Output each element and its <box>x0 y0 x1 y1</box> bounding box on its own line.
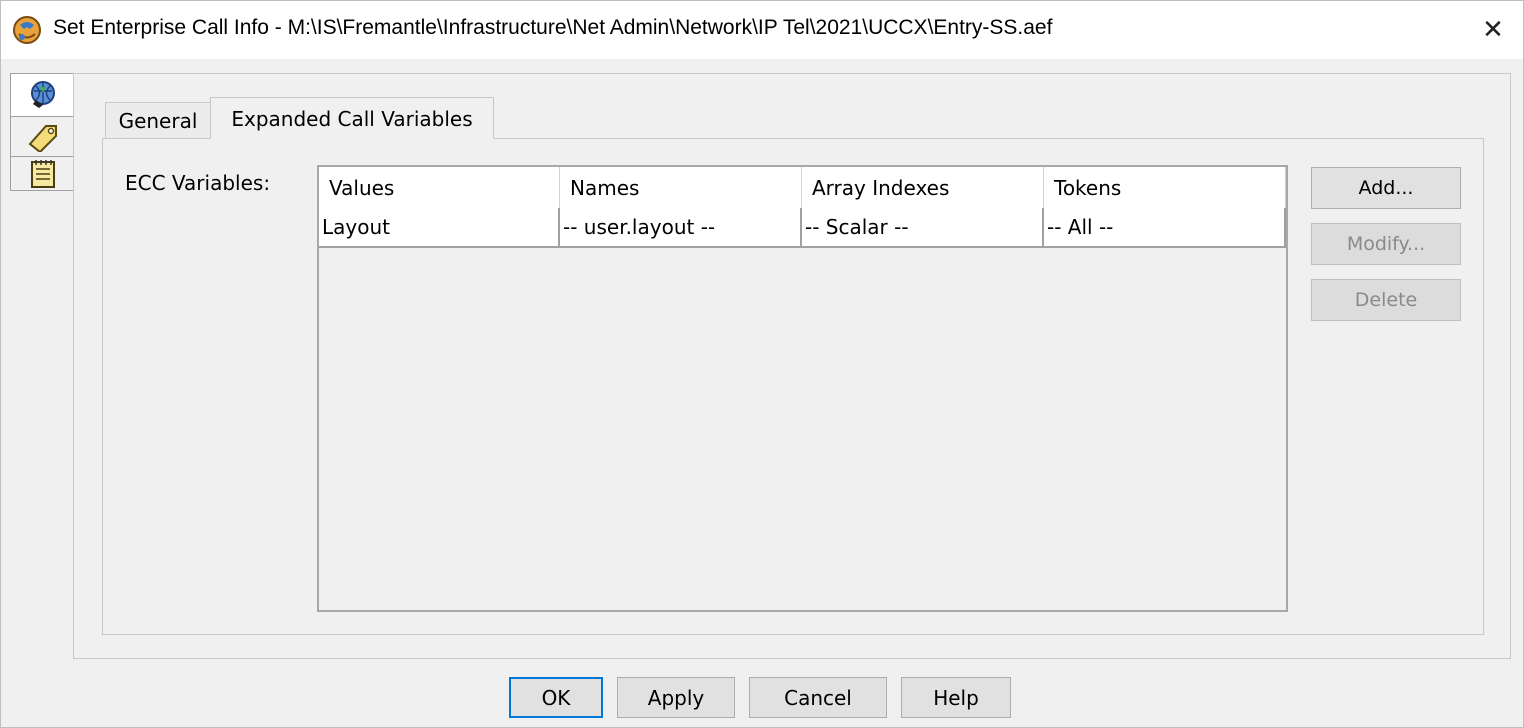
notepad-icon <box>30 159 55 188</box>
tag-icon <box>28 124 57 152</box>
side-tab-notes[interactable] <box>10 157 74 191</box>
tab-general[interactable]: General <box>105 102 211 138</box>
app-icon <box>13 16 41 44</box>
ecc-variables-label: ECC Variables: <box>125 171 271 195</box>
table-header: Values Names Array Indexes Tokens <box>319 167 1286 208</box>
ecc-variables-table[interactable]: Values Names Array Indexes Tokens Layout… <box>317 165 1288 612</box>
column-header-tokens[interactable]: Tokens <box>1044 167 1286 208</box>
modify-button[interactable]: Modify... <box>1311 223 1461 265</box>
close-icon: ✕ <box>1482 15 1504 45</box>
column-header-values[interactable]: Values <box>319 167 560 208</box>
cancel-button[interactable]: Cancel <box>749 677 887 718</box>
cell-value: Layout <box>319 208 560 246</box>
side-tab-enterprise[interactable] <box>10 73 74 117</box>
help-button[interactable]: Help <box>901 677 1011 718</box>
table-body: Layout -- user.layout -- -- Scalar -- --… <box>319 208 1286 248</box>
apply-button[interactable]: Apply <box>617 677 735 718</box>
column-header-array-indexes[interactable]: Array Indexes <box>802 167 1044 208</box>
cell-array-index: -- Scalar -- <box>802 208 1044 246</box>
cell-name: -- user.layout -- <box>560 208 802 246</box>
close-button[interactable]: ✕ <box>1463 1 1523 59</box>
tab-expanded-call-variables[interactable]: Expanded Call Variables <box>210 97 494 139</box>
add-button[interactable]: Add... <box>1311 167 1461 209</box>
column-header-names[interactable]: Names <box>560 167 802 208</box>
table-row[interactable]: Layout -- user.layout -- -- Scalar -- --… <box>319 208 1286 248</box>
title-bar: Set Enterprise Call Info - M:\IS\Fremant… <box>1 1 1523 59</box>
delete-button[interactable]: Delete <box>1311 279 1461 321</box>
dialog-window: Set Enterprise Call Info - M:\IS\Fremant… <box>0 0 1524 728</box>
ok-button[interactable]: OK <box>509 677 603 718</box>
window-title: Set Enterprise Call Info - M:\IS\Fremant… <box>53 16 1053 39</box>
globe-phone-icon <box>30 81 55 108</box>
side-tab-tag[interactable] <box>10 117 74 157</box>
cell-token: -- All -- <box>1044 208 1286 246</box>
